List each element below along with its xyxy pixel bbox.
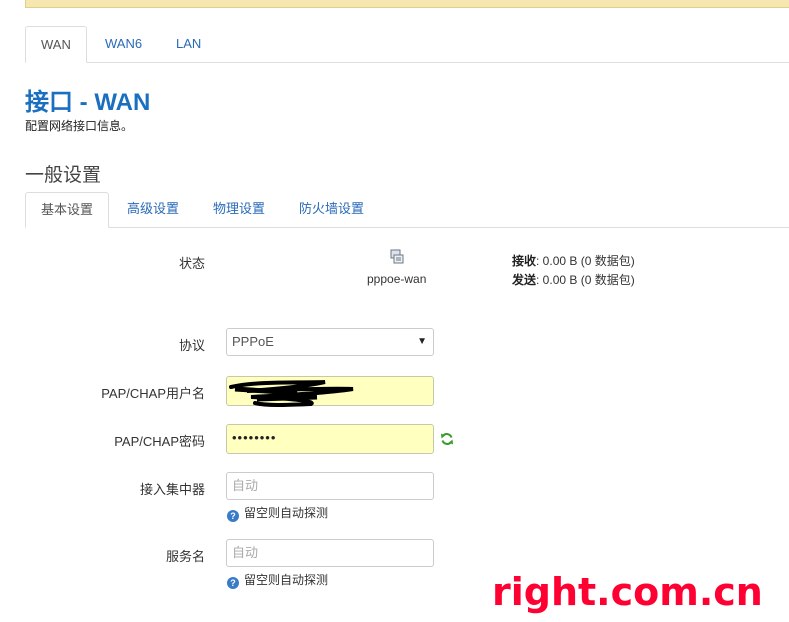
protocol-select[interactable]: PPPoE ▼ — [226, 328, 434, 356]
service-label: 服务名 — [165, 549, 205, 564]
help-icon: ? — [227, 510, 239, 522]
concentrator-label: 接入集中器 — [139, 482, 205, 497]
tab-advanced-settings[interactable]: 高级设置 — [112, 192, 194, 226]
tab-wan6[interactable]: WAN6 — [90, 26, 157, 61]
service-hint: ? 留空则自动探测 — [227, 571, 328, 589]
password-value: •••••••• — [232, 430, 277, 445]
status-rx: 接收: 0.00 B (0 数据包) — [512, 252, 635, 269]
password-input[interactable]: •••••••• — [226, 424, 434, 454]
settings-tabs: 基本设置 高级设置 物理设置 防火墙设置 — [25, 192, 789, 228]
section-title: 一般设置 — [25, 164, 102, 186]
service-placeholder: 自动 — [232, 545, 259, 560]
concentrator-placeholder: 自动 — [232, 478, 259, 493]
concentrator-input[interactable]: 自动 — [226, 472, 434, 500]
status-tx: 发送: 0.00 B (0 数据包) — [512, 271, 635, 288]
page-title: 接口 - WAN — [25, 89, 151, 116]
status-interface-name: pppoe-wan — [367, 272, 427, 286]
rx-value: : 0.00 B (0 数据包) — [536, 254, 635, 268]
help-icon: ? — [227, 577, 239, 589]
concentrator-hint: ? 留空则自动探测 — [227, 504, 328, 522]
service-input[interactable]: 自动 — [226, 539, 434, 567]
protocol-value: PPPoE — [232, 334, 274, 349]
status-label: 状态 — [178, 256, 205, 271]
tx-value: : 0.00 B (0 数据包) — [536, 273, 635, 287]
notice-bar — [25, 0, 789, 8]
page-description: 配置网络接口信息。 — [25, 119, 134, 133]
tab-firewall-settings[interactable]: 防火墙设置 — [284, 192, 379, 226]
caret-down-icon: ▼ — [417, 336, 427, 347]
tab-wan[interactable]: WAN — [25, 26, 87, 63]
tx-label: 发送 — [512, 273, 537, 287]
tab-lan[interactable]: LAN — [161, 26, 216, 61]
concentrator-hint-text: 留空则自动探测 — [244, 506, 329, 520]
network-interface-icon — [390, 249, 404, 264]
rx-label: 接收 — [512, 254, 537, 268]
watermark: right.com.cn — [492, 570, 763, 614]
service-hint-text: 留空则自动探测 — [244, 573, 329, 587]
reveal-password-icon[interactable] — [440, 432, 454, 446]
username-input[interactable] — [226, 376, 434, 407]
username-label: PAP/CHAP用户名 — [101, 386, 205, 401]
tab-basic-settings[interactable]: 基本设置 — [25, 192, 110, 228]
tab-physical-settings[interactable]: 物理设置 — [198, 192, 280, 226]
redaction-scribble — [229, 380, 354, 407]
interface-tabs: WAN WAN6 LAN — [25, 26, 789, 63]
password-label: PAP/CHAP密码 — [114, 434, 205, 449]
protocol-label: 协议 — [178, 338, 205, 353]
